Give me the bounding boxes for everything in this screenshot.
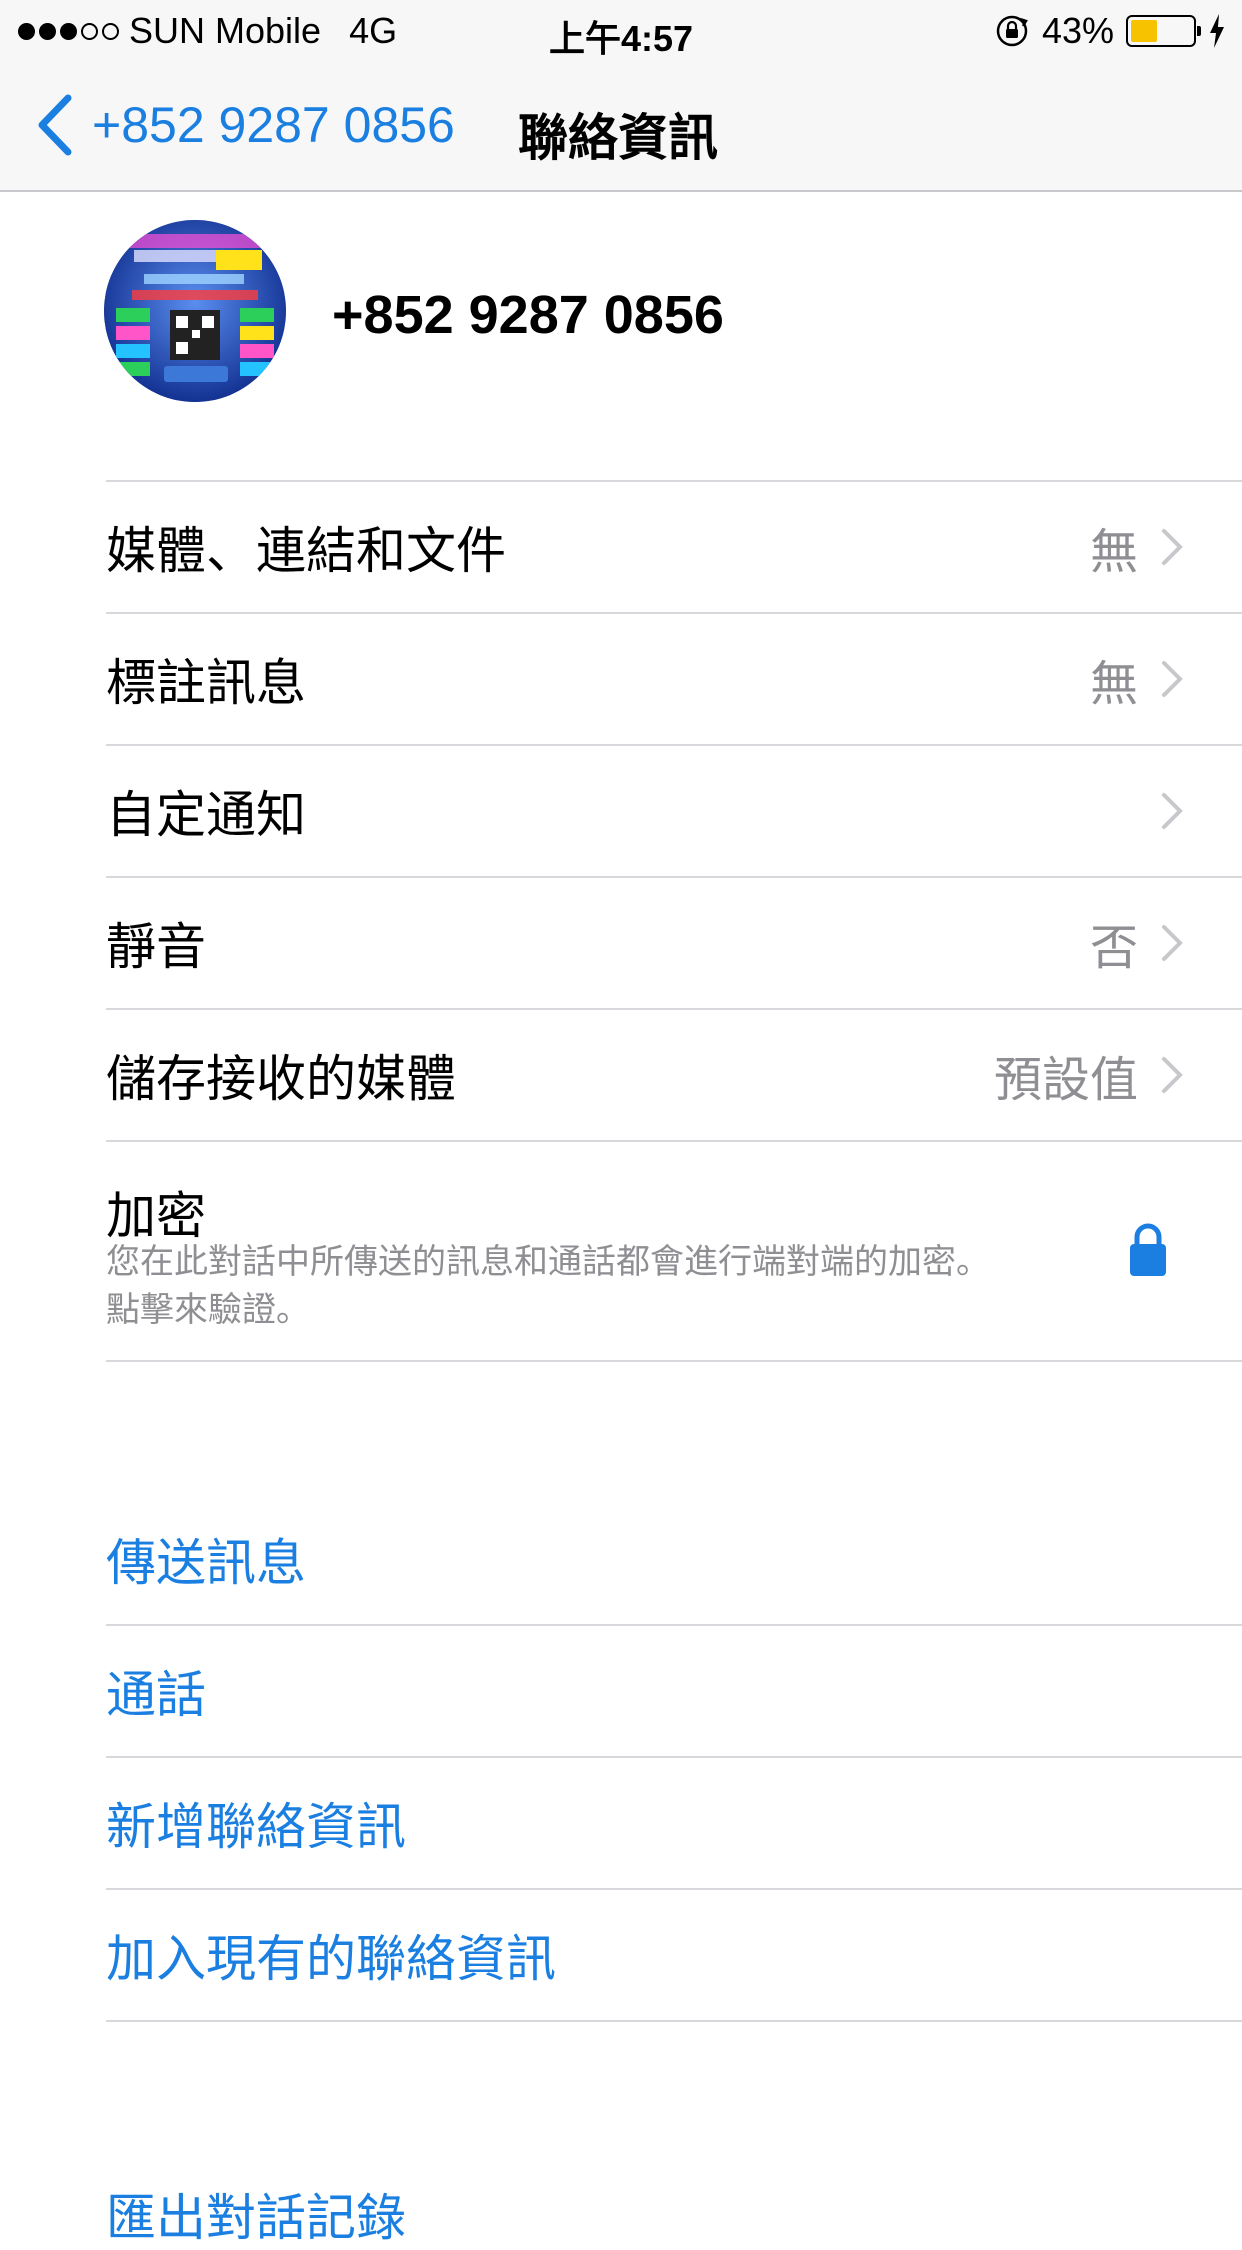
row-mute[interactable]: 靜音 否 <box>106 876 1242 1008</box>
status-right: 43% <box>994 10 1226 52</box>
battery-icon <box>1126 15 1201 47</box>
back-button[interactable]: +852 9287 0856 <box>34 92 455 158</box>
chevron-right-icon <box>1162 661 1183 697</box>
action-label: 加入現有的聯絡資訊 <box>106 1930 556 1988</box>
row-custom-notifications[interactable]: 自定通知 <box>106 744 1242 876</box>
back-label: +852 9287 0856 <box>92 97 455 153</box>
create-new-contact-button[interactable]: 新增聯絡資訊 <box>106 1758 1242 1890</box>
row-value: 無 <box>1089 656 1138 712</box>
status-bar: SUN Mobile 4G 上午4:57 43% <box>0 0 1242 64</box>
row-encryption[interactable]: 加密 您在此對話中所傳送的訊息和通話都會進行端對端的加密。點擊來驗證。 <box>106 1140 1242 1362</box>
row-value: 否 <box>1089 920 1138 976</box>
row-label: 靜音 <box>106 918 206 976</box>
chevron-right-icon <box>1162 529 1183 565</box>
row-label: 標註訊息 <box>106 654 306 712</box>
chevron-left-icon <box>38 94 72 156</box>
battery-level <box>1131 20 1157 42</box>
page-title: 聯絡資訊 <box>518 109 718 167</box>
row-save-incoming-media[interactable]: 儲存接收的媒體 預設值 <box>106 1008 1242 1140</box>
call-button[interactable]: 通話 <box>106 1626 1242 1758</box>
rotation-lock-icon <box>996 15 1028 47</box>
action-label: 通話 <box>106 1666 206 1724</box>
row-value: 預設值 <box>993 1052 1138 1108</box>
add-to-existing-contact-button[interactable]: 加入現有的聯絡資訊 <box>106 1890 1242 2022</box>
send-message-button[interactable]: 傳送訊息 <box>106 1494 1242 1626</box>
row-value: 無 <box>1089 524 1138 580</box>
row-starred-messages[interactable]: 標註訊息 無 <box>106 612 1242 744</box>
charging-bolt-icon <box>1210 14 1224 48</box>
lock-icon <box>1130 1223 1166 1276</box>
recruitment-poster-avatar-icon <box>104 220 286 402</box>
row-label: 儲存接收的媒體 <box>106 1050 456 1108</box>
export-chat-button[interactable]: 匯出對話記錄 <box>106 2178 406 2250</box>
row-label: 媒體、連結和文件 <box>106 522 506 580</box>
navigation-bar: +852 9287 0856 聯絡資訊 <box>0 64 1242 192</box>
chevron-right-icon <box>1162 793 1183 829</box>
contact-name: +852 9287 0856 <box>332 285 724 345</box>
action-label: 新增聯絡資訊 <box>106 1798 406 1856</box>
contact-profile: +852 9287 0856 <box>0 192 1242 480</box>
encryption-description: 您在此對話中所傳送的訊息和通話都會進行端對端的加密。點擊來驗證。 <box>106 1242 990 1330</box>
row-media-links-docs[interactable]: 媒體、連結和文件 無 <box>106 480 1242 612</box>
action-label: 傳送訊息 <box>106 1534 306 1592</box>
chevron-right-icon <box>1162 925 1183 961</box>
avatar[interactable] <box>104 220 286 402</box>
row-label: 自定通知 <box>106 786 306 844</box>
battery-percent: 43% <box>1041 10 1114 51</box>
chevron-right-icon <box>1162 1057 1183 1093</box>
